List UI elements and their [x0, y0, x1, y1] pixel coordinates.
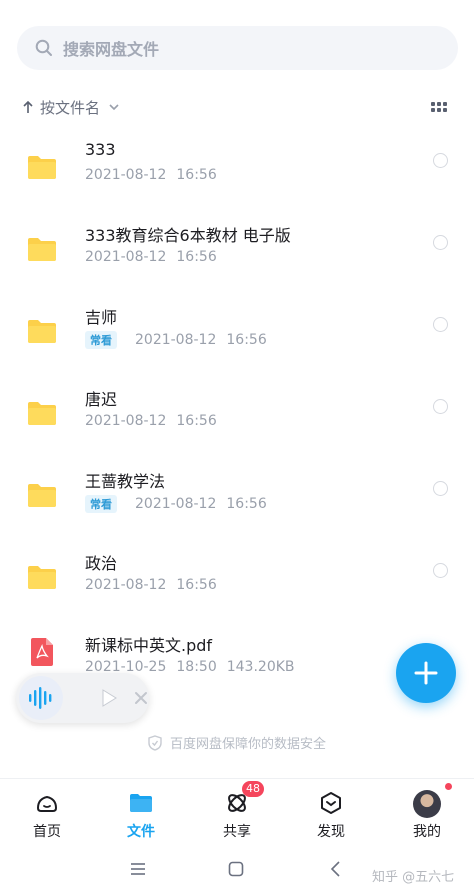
file-row[interactable]: 333 2021-08-12 16:56 — [0, 140, 474, 222]
sort-selector[interactable]: 按文件名 — [22, 96, 120, 118]
file-name: 333教育综合6本教材 电子版 — [85, 226, 291, 245]
sound-wave-icon — [29, 687, 52, 709]
folder-icon — [28, 484, 56, 507]
sort-arrow-icon — [23, 100, 33, 113]
select-radio[interactable] — [433, 399, 448, 414]
chevron-down-icon — [109, 104, 119, 111]
menu-icon[interactable] — [129, 860, 147, 878]
sort-label: 按文件名 — [40, 98, 101, 117]
search-icon — [35, 39, 52, 56]
voice-wave-button[interactable] — [19, 676, 63, 720]
shield-icon — [148, 734, 162, 751]
pdf-file-icon — [31, 638, 53, 666]
tab-me[interactable]: 我的 — [380, 779, 474, 841]
tab-label: 文件 — [127, 824, 155, 840]
safety-text: 百度网盘保障你的数据安全 — [169, 737, 326, 752]
file-meta: 常看 2021-08-12 16:56 — [85, 495, 267, 513]
search-placeholder: 搜索网盘文件 — [63, 40, 160, 59]
file-meta: 常看 2021-08-12 16:56 — [85, 331, 267, 349]
watermark: 知乎 @五六七 — [372, 870, 455, 885]
file-name: 吉师 — [85, 308, 118, 327]
file-meta: 2021-08-12 16:56 — [85, 167, 217, 183]
bottom-tab-bar: 首页 文件 48 共享 发现 我的 — [0, 778, 474, 840]
tab-files[interactable]: 文件 — [94, 779, 188, 841]
file-meta: 2021-08-12 16:56 — [85, 413, 217, 429]
frequent-badge: 常看 — [85, 495, 117, 513]
folder-icon — [28, 402, 56, 425]
file-row[interactable]: 吉师 常看 2021-08-12 16:56 — [0, 304, 474, 386]
tab-discover[interactable]: 发现 — [284, 779, 378, 841]
select-radio[interactable] — [433, 317, 448, 332]
select-radio[interactable] — [433, 235, 448, 250]
notification-dot — [445, 783, 452, 790]
folder-icon — [28, 156, 56, 179]
select-radio[interactable] — [433, 563, 448, 578]
close-icon[interactable] — [134, 691, 148, 705]
file-meta: 2021-08-12 16:56 — [85, 577, 217, 593]
folder-icon — [28, 238, 56, 261]
home-square-icon[interactable] — [227, 860, 245, 878]
back-icon[interactable] — [327, 860, 345, 878]
tab-home[interactable]: 首页 — [0, 779, 94, 841]
folder-icon — [28, 320, 56, 343]
avatar — [413, 790, 441, 818]
play-icon[interactable] — [100, 689, 118, 707]
file-row[interactable]: 王蔷教学法 常看 2021-08-12 16:56 — [0, 468, 474, 550]
file-name: 新课标中英文.pdf — [85, 636, 213, 655]
file-row[interactable]: 政治 2021-08-12 16:56 — [0, 550, 474, 632]
share-count-badge: 48 — [242, 781, 264, 797]
file-row[interactable]: 唐迟 2021-08-12 16:56 — [0, 386, 474, 468]
safety-notice: 百度网盘保障你的数据安全 — [0, 733, 474, 752]
add-button[interactable] — [396, 643, 456, 703]
tab-label: 发现 — [317, 824, 345, 840]
search-bar[interactable]: 搜索网盘文件 — [17, 26, 458, 70]
select-radio[interactable] — [433, 481, 448, 496]
file-name: 王蔷教学法 — [85, 472, 166, 491]
tab-share[interactable]: 48 共享 — [190, 779, 284, 841]
tab-label: 我的 — [413, 824, 441, 840]
discover-icon — [321, 792, 341, 814]
frequent-badge: 常看 — [85, 331, 117, 349]
select-radio[interactable] — [433, 153, 448, 168]
tab-label: 首页 — [33, 824, 61, 840]
audio-player[interactable] — [16, 673, 149, 723]
file-name: 333 — [85, 140, 116, 159]
file-row[interactable]: 333教育综合6本教材 电子版 2021-08-12 16:56 — [0, 222, 474, 304]
home-icon — [36, 795, 58, 812]
folder-icon — [28, 566, 56, 589]
plus-icon — [414, 661, 438, 685]
folder-icon — [130, 794, 152, 812]
grid-view-icon[interactable] — [431, 102, 447, 114]
tab-label: 共享 — [223, 824, 251, 840]
file-name: 唐迟 — [85, 390, 118, 409]
file-name: 政治 — [85, 554, 118, 573]
file-meta: 2021-08-12 16:56 — [85, 249, 217, 265]
